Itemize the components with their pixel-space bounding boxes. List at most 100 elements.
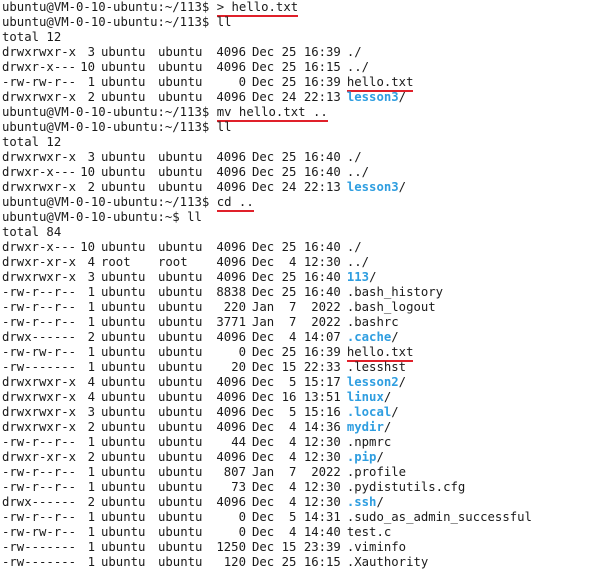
- dir-slash: /: [376, 495, 384, 509]
- file-name: ../: [341, 255, 369, 269]
- file-size: 4096: [216, 150, 246, 164]
- file-size: 4096: [216, 240, 246, 254]
- link-count: 3: [87, 270, 95, 284]
- file-name: test.c: [341, 525, 391, 539]
- command-text: ll: [216, 120, 232, 134]
- owner: ubuntu: [101, 90, 146, 104]
- file-name-text: .bash_logout: [346, 300, 436, 314]
- prompt: ubuntu@VM-0-10-ubuntu:~/113$: [2, 15, 210, 29]
- file-size: 4096: [216, 60, 246, 74]
- listing-row: drwxr-x--- 10 ubuntu ubuntu 4096 Dec 25 16:15…: [2, 60, 600, 75]
- link-count: 1: [87, 285, 95, 299]
- permissions: -rw-r--r--: [2, 285, 77, 299]
- listing-row: drwx------ 2 ubuntu ubuntu 4096 Dec 4 12:30 .s…: [2, 495, 600, 510]
- listing-row: -rw-r--r-- 1 ubuntu ubuntu 44 Dec 4 12:30 .npm…: [2, 435, 600, 450]
- dir-slash: /: [369, 270, 377, 284]
- permissions: -rw-------: [2, 360, 77, 374]
- file-size: 44: [231, 435, 246, 449]
- listing-row: drwxrwxr-x 3 ubuntu ubuntu 4096 Dec 25 16:40.…: [2, 150, 600, 165]
- file-name: .Xauthority: [341, 555, 428, 569]
- link-count: 1: [87, 510, 95, 524]
- dir-slash: /: [391, 405, 399, 419]
- modified-date: Dec 5 15:17: [252, 375, 341, 389]
- modified-date: Dec 25 16:39: [252, 45, 341, 59]
- file-name-text: .bash_history: [346, 285, 444, 299]
- modified-date: Jan 7 2022: [252, 315, 341, 329]
- link-count: 3: [87, 45, 95, 59]
- prompt: ubuntu@VM-0-10-ubuntu:~/113$: [2, 195, 210, 209]
- file-name: ./: [341, 240, 362, 254]
- listing-row: -rw------- 1 ubuntu ubuntu 120 Dec 25 16:15 .X…: [2, 555, 600, 570]
- owner: ubuntu: [101, 495, 146, 509]
- listing-row: drwxr-x--- 10 ubuntu ubuntu 4096 Dec 25 16:40…: [2, 165, 600, 180]
- permissions: drwxrwxr-x: [2, 90, 77, 104]
- listing-row: drwxrwxr-x 2 ubuntu ubuntu 4096 Dec 4 14:36 my…: [2, 420, 600, 435]
- permissions: drwxrwxr-x: [2, 390, 77, 404]
- file-size: 4096: [216, 390, 246, 404]
- group: ubuntu: [158, 480, 203, 494]
- group: ubuntu: [158, 300, 203, 314]
- permissions: drwxrwxr-x: [2, 270, 77, 284]
- link-count: 1: [87, 345, 95, 359]
- permissions: drwxr-x---: [2, 165, 77, 179]
- modified-date: Dec 4 12:30: [252, 480, 341, 494]
- link-count: 1: [87, 465, 95, 479]
- listing-row: drwxrwxr-x 2 ubuntu ubuntu 4096 Dec 24 22:13 l…: [2, 180, 600, 195]
- link-count: 2: [87, 450, 95, 464]
- group: ubuntu: [158, 60, 203, 74]
- file-size: 8838: [216, 285, 246, 299]
- link-count: 3: [87, 150, 95, 164]
- permissions: drwx------: [2, 330, 77, 344]
- modified-date: Dec 24 22:13: [252, 90, 341, 104]
- file-name-text: .lesshst: [346, 360, 407, 374]
- file-name: ./: [341, 150, 362, 164]
- file-size: 4096: [216, 90, 246, 104]
- file-name: .ssh/: [341, 495, 384, 509]
- modified-date: Dec 4 12:30: [252, 255, 341, 269]
- group: ubuntu: [158, 285, 203, 299]
- group: root: [158, 255, 188, 269]
- file-name: .bash_logout: [341, 300, 436, 314]
- group: ubuntu: [158, 525, 203, 539]
- directory-name: .ssh: [346, 495, 377, 509]
- group: ubuntu: [158, 45, 203, 59]
- prompt: ubuntu@VM-0-10-ubuntu:~/113$: [2, 105, 210, 119]
- owner: ubuntu: [101, 300, 146, 314]
- link-count: 3: [87, 405, 95, 419]
- command-text: ll: [187, 210, 202, 224]
- terminal-output[interactable]: ubuntu@VM-0-10-ubuntu:~/113$ > hello.txt…: [2, 0, 600, 570]
- owner: ubuntu: [101, 465, 146, 479]
- listing-row: -rw-rw-r-- 1 ubuntu ubuntu 0 Dec 4 14:40 test.…: [2, 525, 600, 540]
- file-name: .pydistutils.cfg: [341, 480, 465, 494]
- file-name: .sudo_as_admin_successful: [341, 510, 532, 524]
- owner: ubuntu: [101, 165, 146, 179]
- directory-name: lesson2: [346, 375, 399, 389]
- modified-date: Dec 15 22:33: [252, 360, 341, 374]
- owner: ubuntu: [101, 75, 146, 89]
- listing-row: drwxr-xr-x 4 root root 4096 Dec 4 12:30 ../: [2, 255, 600, 270]
- permissions: drwxrwxr-x: [2, 45, 77, 59]
- link-count: 4: [87, 390, 95, 404]
- file-name: ./: [341, 45, 362, 59]
- listing-row: -rw-r--r-- 1 ubuntu ubuntu 8838 Dec 25 16:40.…: [2, 285, 600, 300]
- dir-slash: /: [376, 450, 384, 464]
- listing-row: -rw-r--r-- 1 ubuntu ubuntu 3771 Jan 7 2022 .ba…: [2, 315, 600, 330]
- total-line: total 12: [2, 135, 62, 149]
- modified-date: Dec 25 16:40: [252, 285, 341, 299]
- owner: ubuntu: [101, 360, 146, 374]
- listing-row: drwxr-x--- 10 ubuntu ubuntu 4096 Dec 25 16:40…: [2, 240, 600, 255]
- group: ubuntu: [158, 465, 203, 479]
- owner: ubuntu: [101, 180, 146, 194]
- modified-date: Dec 16 13:51: [252, 390, 341, 404]
- link-count: 1: [87, 75, 95, 89]
- link-count: 1: [87, 360, 95, 374]
- owner: ubuntu: [101, 510, 146, 524]
- permissions: drwx------: [2, 495, 77, 509]
- file-name: lesson2/: [341, 375, 406, 389]
- group: ubuntu: [158, 75, 203, 89]
- listing-row: drwxrwxr-x 3 ubuntu ubuntu 4096 Dec 5 15:16 .l…: [2, 405, 600, 420]
- file-size: 4096: [216, 420, 246, 434]
- permissions: drwxrwxr-x: [2, 420, 77, 434]
- group: ubuntu: [158, 150, 203, 164]
- file-size: 4096: [216, 330, 246, 344]
